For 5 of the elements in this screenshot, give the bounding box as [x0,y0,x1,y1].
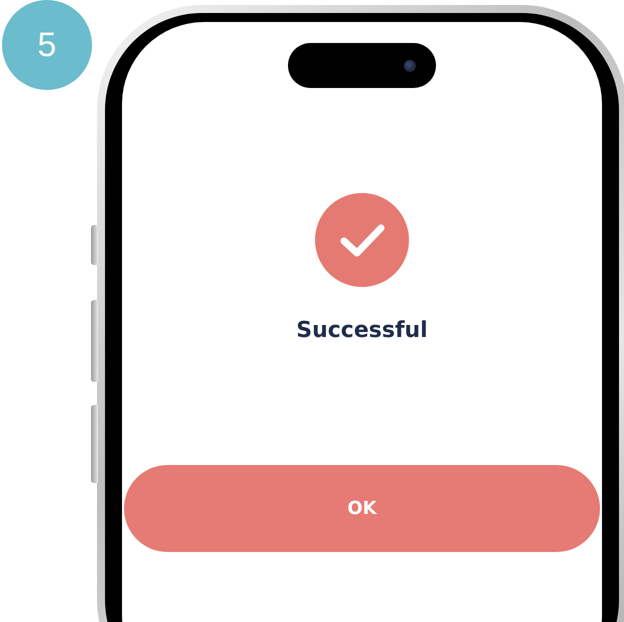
camera-icon [404,60,416,72]
ok-button[interactable]: OK [124,465,600,552]
step-badge: 5 [2,0,92,90]
status-title: Successful [296,317,428,345]
check-icon [315,193,409,287]
